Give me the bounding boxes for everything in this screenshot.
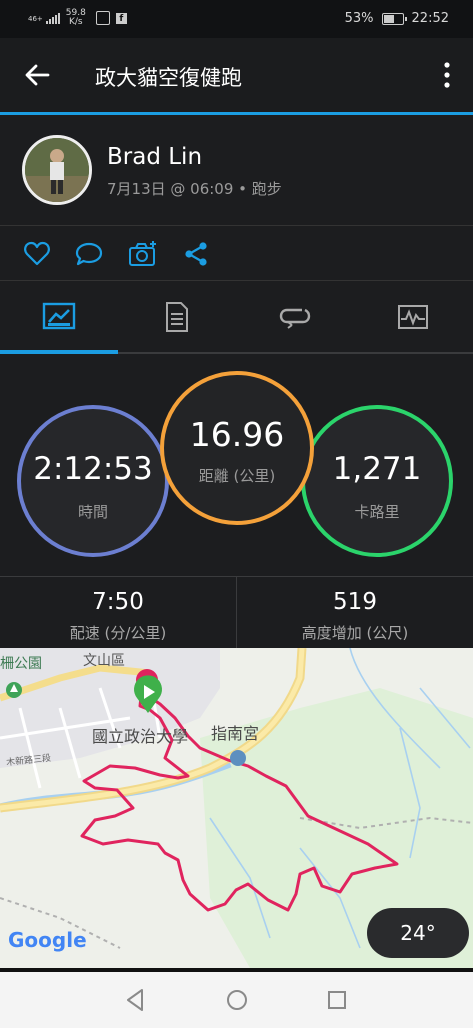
clock: 22:52 [411,11,449,26]
status-bar: 46+ 59.8 K/s f 53% 22:52 [0,0,473,38]
tab-laps[interactable] [236,281,354,352]
calories-label: 卡路里 [354,503,400,521]
calories-value: 1,271 [332,451,422,487]
tab-stats[interactable] [0,281,118,352]
temperature-badge[interactable]: 24° [367,908,469,958]
camera-icon[interactable] [128,240,158,268]
map-label-university: 國立政治大學 [92,727,189,746]
signal-icon: 46+ [28,12,60,24]
activity-tabs [0,281,473,354]
pace-stat: 7:50 配速 (分/公里) [0,577,236,649]
comment-icon[interactable] [75,240,103,268]
summary-stats: 2:12:53 時間 1,271 卡路里 16.96 距離 (公里) [0,354,473,576]
tab-charts[interactable] [354,281,472,352]
distance-stat: 16.96 距離 (公里) [160,371,314,525]
heart-icon[interactable] [23,240,51,268]
battery-icon [381,12,407,25]
arrow-left-icon[interactable] [22,60,52,90]
stats-tab-icon [42,302,76,329]
details-tab-icon [166,301,188,332]
elevation-label: 高度增加 (公尺) [301,624,409,642]
map-label-park: 柵公園 [0,656,42,672]
pace-label: 配速 (分/公里) [69,624,167,642]
share-icon[interactable] [182,240,210,268]
distance-value: 16.96 [189,415,285,454]
tab-details[interactable] [118,281,236,352]
vibrate-icon [95,11,110,25]
pace-value: 7:50 [92,589,144,615]
user-name[interactable]: Brad Lin [107,144,202,170]
more-vert-icon[interactable] [443,62,451,88]
recents-nav-icon[interactable] [323,986,351,1014]
page-title: 政大貓空復健跑 [95,66,242,90]
battery-percent: 53% [344,11,374,26]
route-map[interactable]: 柵公園 文山區 國立政治大學 指南宮 木新路三段 Google 24° [0,648,473,968]
signal-text: 46+ [28,14,43,23]
avatar-image [25,138,89,202]
speed-unit: K/s [68,17,83,27]
distance-label: 距離 (公里) [198,467,276,485]
time-stat: 2:12:53 時間 [17,405,169,557]
network-speed: 59.8 K/s [66,9,86,27]
elevation-stat: 519 高度增加 (公尺) [237,577,473,649]
home-nav-icon[interactable] [223,986,251,1014]
google-logo: Google [8,928,87,952]
back-nav-icon[interactable] [122,986,150,1014]
activity-date-type: 7月13日 @ 06:09 • 跑步 [107,180,282,198]
social-actions [0,226,473,281]
laps-tab-icon [279,308,311,329]
avatar[interactable] [22,135,92,205]
app-bar: 政大貓空復健跑 [0,38,473,115]
time-label: 時間 [77,503,108,521]
elevation-value: 519 [333,589,377,615]
facebook-icon: f [115,12,127,24]
system-nav-bar [0,968,473,1028]
map-label-temple: 指南宮 [211,724,260,743]
chart-tab-icon [398,304,428,329]
secondary-stats: 7:50 配速 (分/公里) 519 高度增加 (公尺) [0,576,473,649]
calories-stat: 1,271 卡路里 [301,405,453,557]
map-label-district: 文山區 [83,653,125,669]
activity-owner: Brad Lin 7月13日 @ 06:09 • 跑步 [0,115,473,226]
time-value: 2:12:53 [33,451,153,487]
